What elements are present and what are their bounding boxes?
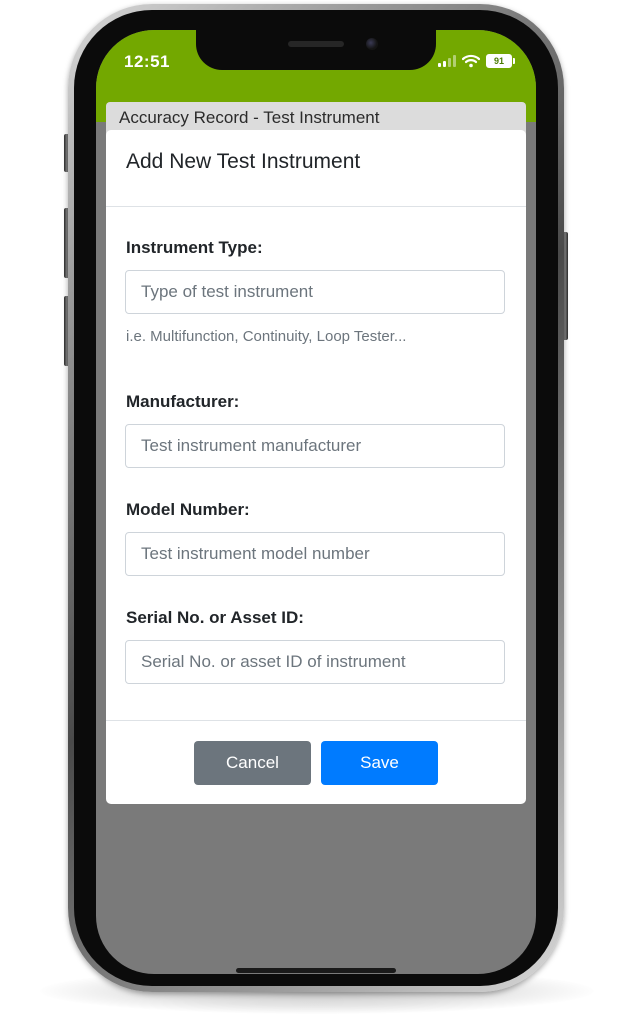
phone-frame: 12:51 91 Accuracy Record - Test Instrume… xyxy=(68,4,564,992)
instrument-type-label: Instrument Type: xyxy=(126,238,263,257)
status-icons: 91 xyxy=(438,54,515,68)
speaker-grille xyxy=(288,41,344,47)
phone-screen: 12:51 91 Accuracy Record - Test Instrume… xyxy=(96,30,536,974)
device-mockup: 12:51 91 Accuracy Record - Test Instrume… xyxy=(0,0,634,1024)
wifi-icon xyxy=(462,54,480,68)
camera-icon xyxy=(366,38,378,50)
status-time: 12:51 xyxy=(124,52,170,71)
modal-header: Add New Test Instrument xyxy=(106,130,526,207)
manufacturer-input[interactable] xyxy=(125,424,505,468)
cancel-button[interactable]: Cancel xyxy=(194,741,311,785)
modal-title: Add New Test Instrument xyxy=(126,150,361,173)
modal-footer: Cancel Save xyxy=(106,720,526,805)
model-number-input[interactable] xyxy=(125,532,505,576)
device-notch xyxy=(196,30,436,70)
instrument-type-help: i.e. Multifunction, Continuity, Loop Tes… xyxy=(126,328,407,345)
battery-icon: 91 xyxy=(486,54,515,68)
home-indicator[interactable] xyxy=(236,968,396,973)
save-button[interactable]: Save xyxy=(321,741,438,785)
instrument-type-input[interactable] xyxy=(125,270,505,314)
serial-number-label: Serial No. or Asset ID: xyxy=(126,608,304,627)
model-number-label: Model Number: xyxy=(126,500,250,519)
serial-number-input[interactable] xyxy=(125,640,505,684)
page-title: Accuracy Record - Test Instrument xyxy=(119,108,380,127)
signal-icon xyxy=(438,55,456,67)
manufacturer-label: Manufacturer: xyxy=(126,392,240,411)
add-instrument-modal: Add New Test Instrument Instrument Type:… xyxy=(106,130,526,804)
